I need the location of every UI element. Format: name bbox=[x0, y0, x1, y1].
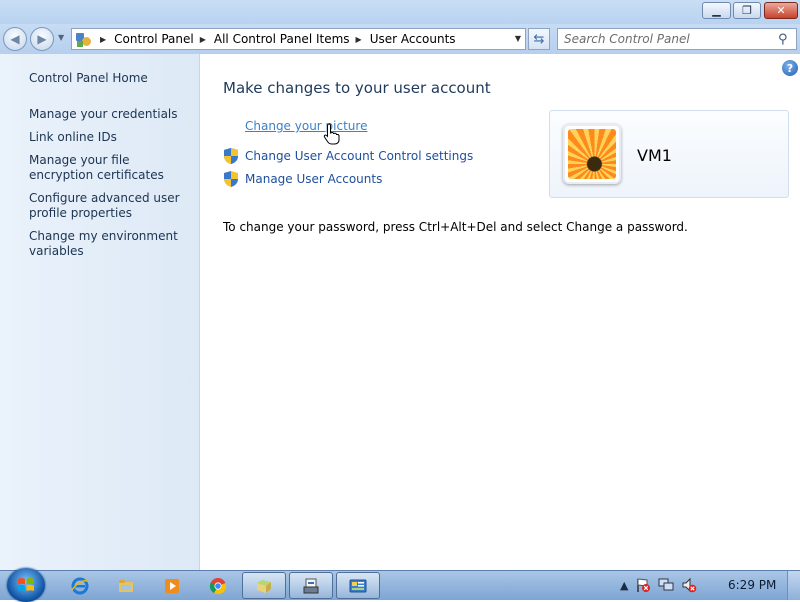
control-panel-home-link[interactable]: Control Panel Home bbox=[29, 71, 148, 85]
user-account-card: VM1 bbox=[549, 110, 789, 198]
main-content: ? Make changes to your user account Chan… bbox=[200, 54, 800, 570]
sidebar: Control Panel Home Manage your credentia… bbox=[0, 54, 200, 570]
taskbar-explorer[interactable] bbox=[104, 572, 148, 599]
action-center-flag-icon[interactable] bbox=[635, 577, 651, 593]
breadcrumb-user-accounts[interactable]: User Accounts bbox=[370, 32, 456, 46]
taskbar-internet-explorer[interactable] bbox=[58, 572, 102, 599]
task-manage-accounts[interactable]: Manage User Accounts bbox=[223, 170, 382, 188]
breadcrumb-separator-icon[interactable]: ▶ bbox=[100, 35, 106, 44]
taskbar-scanner[interactable] bbox=[289, 572, 333, 599]
help-icon[interactable]: ? bbox=[782, 60, 798, 76]
minimize-button[interactable]: ▁ bbox=[702, 2, 731, 19]
folder-icon bbox=[257, 579, 271, 593]
system-clock[interactable]: 6:29 PM bbox=[728, 578, 776, 592]
taskbar-chrome[interactable] bbox=[196, 572, 240, 599]
navigation-bar: ◀ ▶ ▼ ▶ Control Panel ▶ All Control Pane… bbox=[0, 24, 800, 54]
internet-explorer-icon bbox=[71, 577, 89, 594]
task-uac-settings[interactable]: Change User Account Control settings bbox=[223, 147, 473, 165]
arrow-right-icon: ▶ bbox=[37, 32, 47, 46]
restore-icon: ❐ bbox=[742, 4, 752, 17]
scanner-icon bbox=[303, 578, 319, 593]
taskbar-folder[interactable] bbox=[242, 572, 286, 599]
close-button[interactable]: ✕ bbox=[764, 2, 798, 19]
media-player-icon bbox=[165, 578, 179, 593]
user-name: VM1 bbox=[637, 146, 672, 165]
uac-shield-icon bbox=[224, 171, 238, 187]
breadcrumb-all-items[interactable]: All Control Panel Items bbox=[214, 32, 350, 46]
control-panel-icon bbox=[349, 579, 367, 592]
search-input[interactable] bbox=[558, 31, 778, 47]
back-button[interactable]: ◀ bbox=[3, 27, 27, 51]
password-instructions: To change your password, press Ctrl+Alt+… bbox=[223, 220, 688, 234]
show-hidden-icons-icon[interactable]: ▲ bbox=[620, 579, 628, 592]
refresh-button[interactable]: ⇆ bbox=[528, 28, 550, 50]
uac-settings-link[interactable]: Change User Account Control settings bbox=[245, 149, 473, 163]
forward-button[interactable]: ▶ bbox=[30, 27, 54, 51]
arrow-left-icon: ◀ bbox=[10, 32, 20, 46]
taskbar-control-panel[interactable] bbox=[336, 572, 380, 599]
manage-accounts-link[interactable]: Manage User Accounts bbox=[245, 172, 382, 186]
sidebar-item-profile-properties[interactable]: Configure advanced user profile properti… bbox=[29, 191, 191, 221]
close-icon: ✕ bbox=[776, 4, 786, 17]
sidebar-links: Manage your credentials Link online IDs … bbox=[29, 107, 191, 267]
windows-logo-icon bbox=[18, 578, 34, 591]
network-icon[interactable] bbox=[658, 577, 674, 593]
flower-picture-icon bbox=[568, 129, 616, 179]
sidebar-item-online-ids[interactable]: Link online IDs bbox=[29, 130, 191, 145]
task-change-picture[interactable]: Change your picture bbox=[245, 119, 367, 133]
page-title: Make changes to your user account bbox=[223, 79, 491, 97]
address-dropdown-icon[interactable]: ▼ bbox=[515, 34, 521, 43]
breadcrumb-control-panel[interactable]: Control Panel bbox=[114, 32, 194, 46]
change-picture-link[interactable]: Change your picture bbox=[245, 119, 367, 133]
control-panel-icon bbox=[76, 31, 94, 47]
window-title-bar: ▁ ❐ ✕ bbox=[0, 0, 800, 24]
minimize-icon: ▁ bbox=[712, 4, 721, 17]
system-tray: ▲ bbox=[620, 577, 697, 593]
sidebar-item-credentials[interactable]: Manage your credentials bbox=[29, 107, 191, 122]
sidebar-item-encryption-certificates[interactable]: Manage your file encryption certificates bbox=[29, 153, 191, 183]
avatar[interactable] bbox=[563, 124, 621, 184]
breadcrumb-separator-icon[interactable]: ▶ bbox=[356, 35, 362, 44]
start-button[interactable] bbox=[7, 568, 45, 602]
show-desktop-button[interactable] bbox=[787, 571, 800, 600]
hand-cursor-icon bbox=[323, 123, 340, 145]
address-bar[interactable]: ▶ Control Panel ▶ All Control Panel Item… bbox=[71, 28, 526, 50]
uac-shield-icon bbox=[224, 148, 238, 164]
refresh-icon: ⇆ bbox=[533, 31, 545, 47]
volume-muted-icon[interactable] bbox=[681, 577, 697, 593]
taskbar: ▲ 6:29 PM bbox=[0, 568, 800, 602]
breadcrumb-separator-icon[interactable]: ▶ bbox=[200, 35, 206, 44]
restore-button[interactable]: ❐ bbox=[733, 2, 761, 19]
search-box[interactable]: ⚲ bbox=[557, 28, 797, 50]
search-icon[interactable]: ⚲ bbox=[778, 32, 796, 47]
recent-pages-dropdown[interactable]: ▼ bbox=[58, 33, 64, 42]
taskbar-media-player[interactable] bbox=[150, 572, 194, 599]
explorer-icon bbox=[119, 579, 133, 592]
sidebar-item-environment-variables[interactable]: Change my environment variables bbox=[29, 229, 191, 259]
chrome-icon bbox=[209, 577, 227, 594]
